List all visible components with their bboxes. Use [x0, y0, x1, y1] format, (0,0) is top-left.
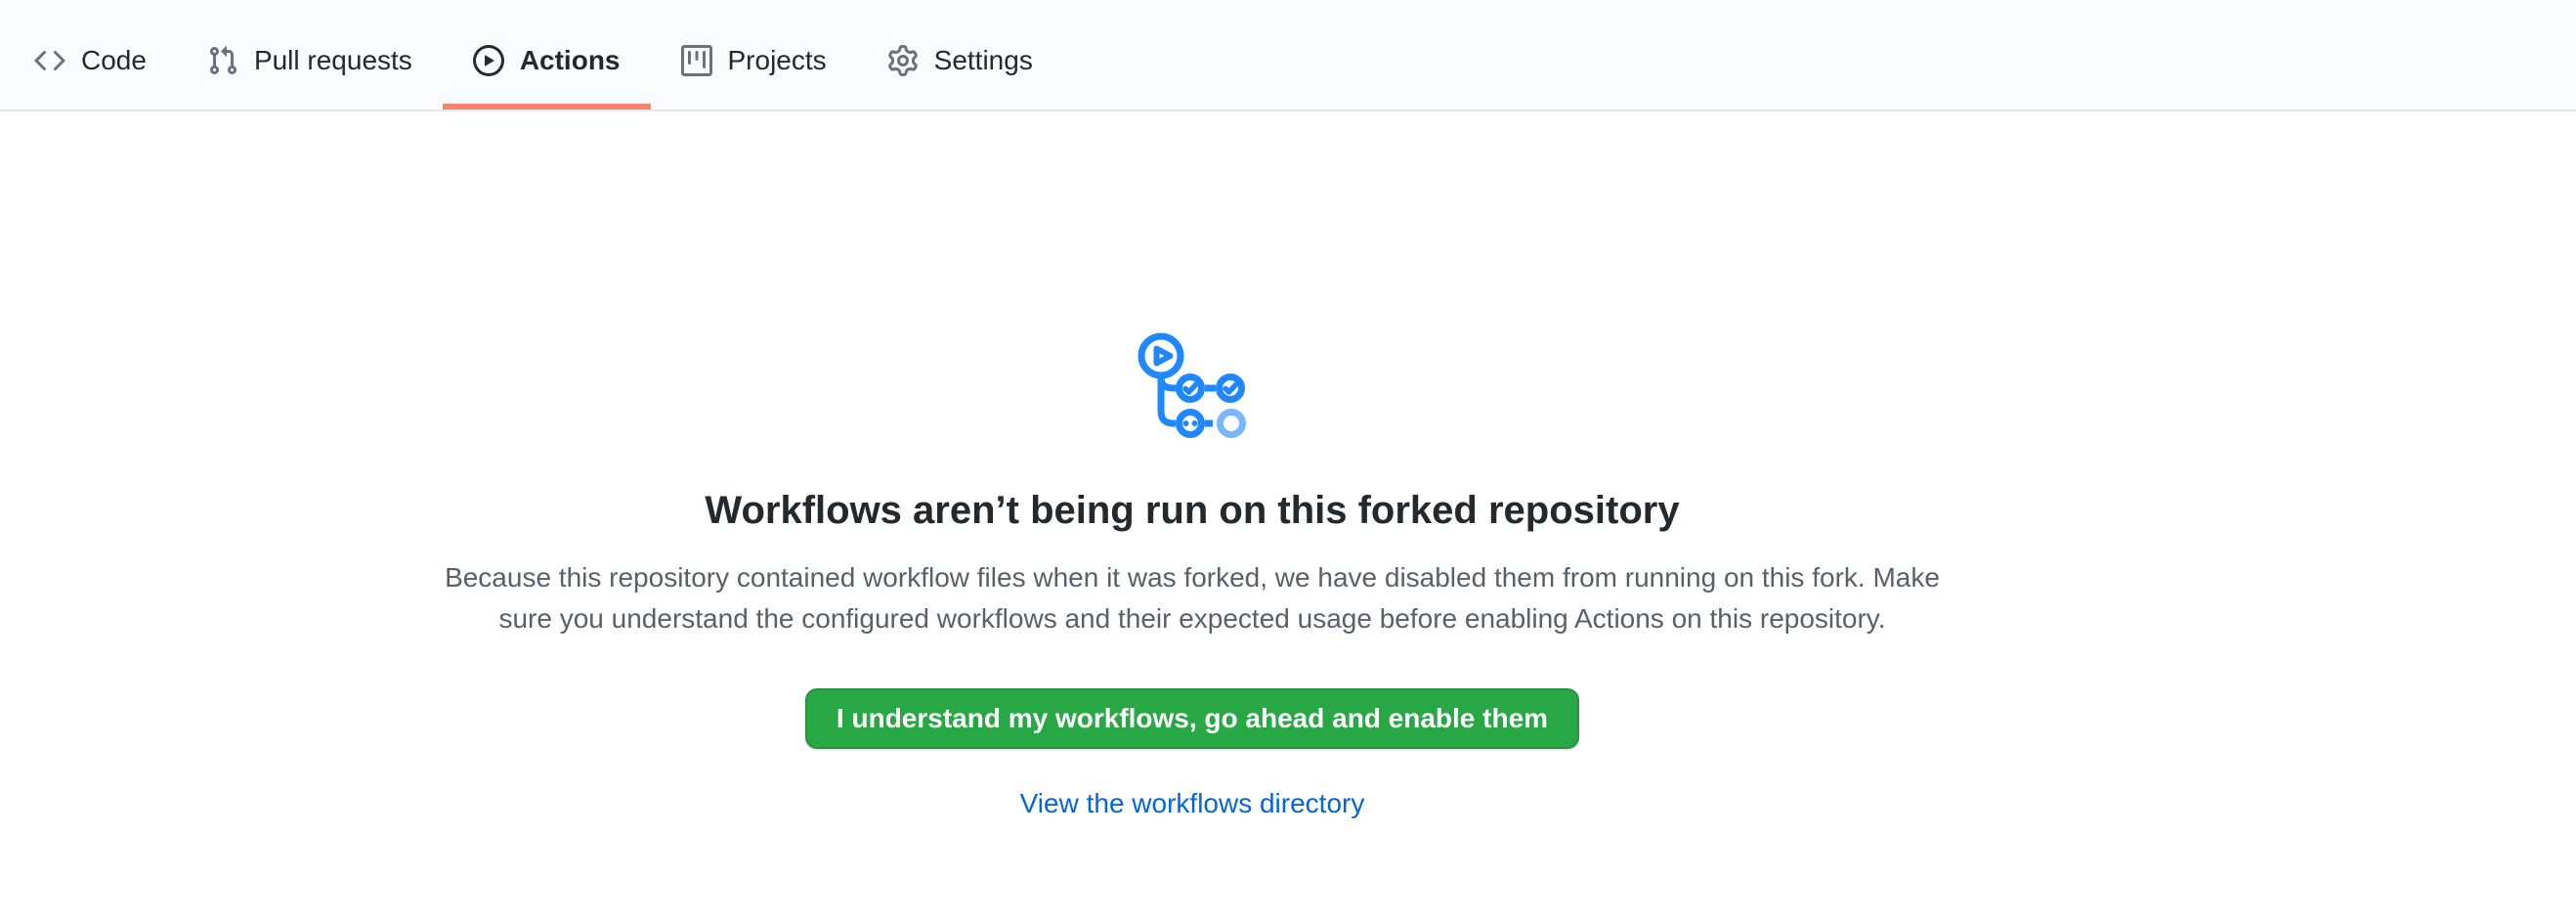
play-icon	[473, 45, 504, 76]
tab-pull-requests[interactable]: Pull requests	[177, 0, 443, 110]
git-pull-request-icon	[207, 45, 238, 76]
enable-workflows-button[interactable]: I understand my workflows, go ahead and …	[805, 688, 1579, 749]
empty-state-description-line-1: Because this repository contained workfl…	[391, 557, 1994, 598]
tab-settings-label: Settings	[934, 45, 1033, 76]
tab-settings[interactable]: Settings	[857, 0, 1063, 110]
tab-code[interactable]: Code	[4, 0, 177, 110]
empty-state-description-line-2: sure you understand the configured workf…	[391, 598, 1994, 639]
empty-state-title: Workflows aren’t being run on this forke…	[391, 487, 1994, 534]
workflow-icon	[1138, 332, 1247, 438]
tab-projects-label: Projects	[728, 45, 827, 76]
project-icon	[681, 45, 712, 76]
tab-actions[interactable]: Actions	[443, 0, 651, 110]
gear-icon	[887, 45, 919, 76]
empty-state-description: Because this repository contained workfl…	[391, 557, 1994, 639]
actions-empty-state: Workflows aren’t being run on this forke…	[391, 332, 1994, 819]
tab-pull-requests-label: Pull requests	[254, 45, 412, 76]
tab-projects[interactable]: Projects	[651, 0, 857, 110]
tab-code-label: Code	[81, 45, 147, 76]
code-icon	[34, 45, 65, 76]
view-workflows-directory-link[interactable]: View the workflows directory	[1020, 788, 1365, 819]
tab-actions-label: Actions	[520, 45, 621, 76]
repo-tab-nav: Code Pull requests Actions Projects Sett…	[0, 0, 2576, 111]
